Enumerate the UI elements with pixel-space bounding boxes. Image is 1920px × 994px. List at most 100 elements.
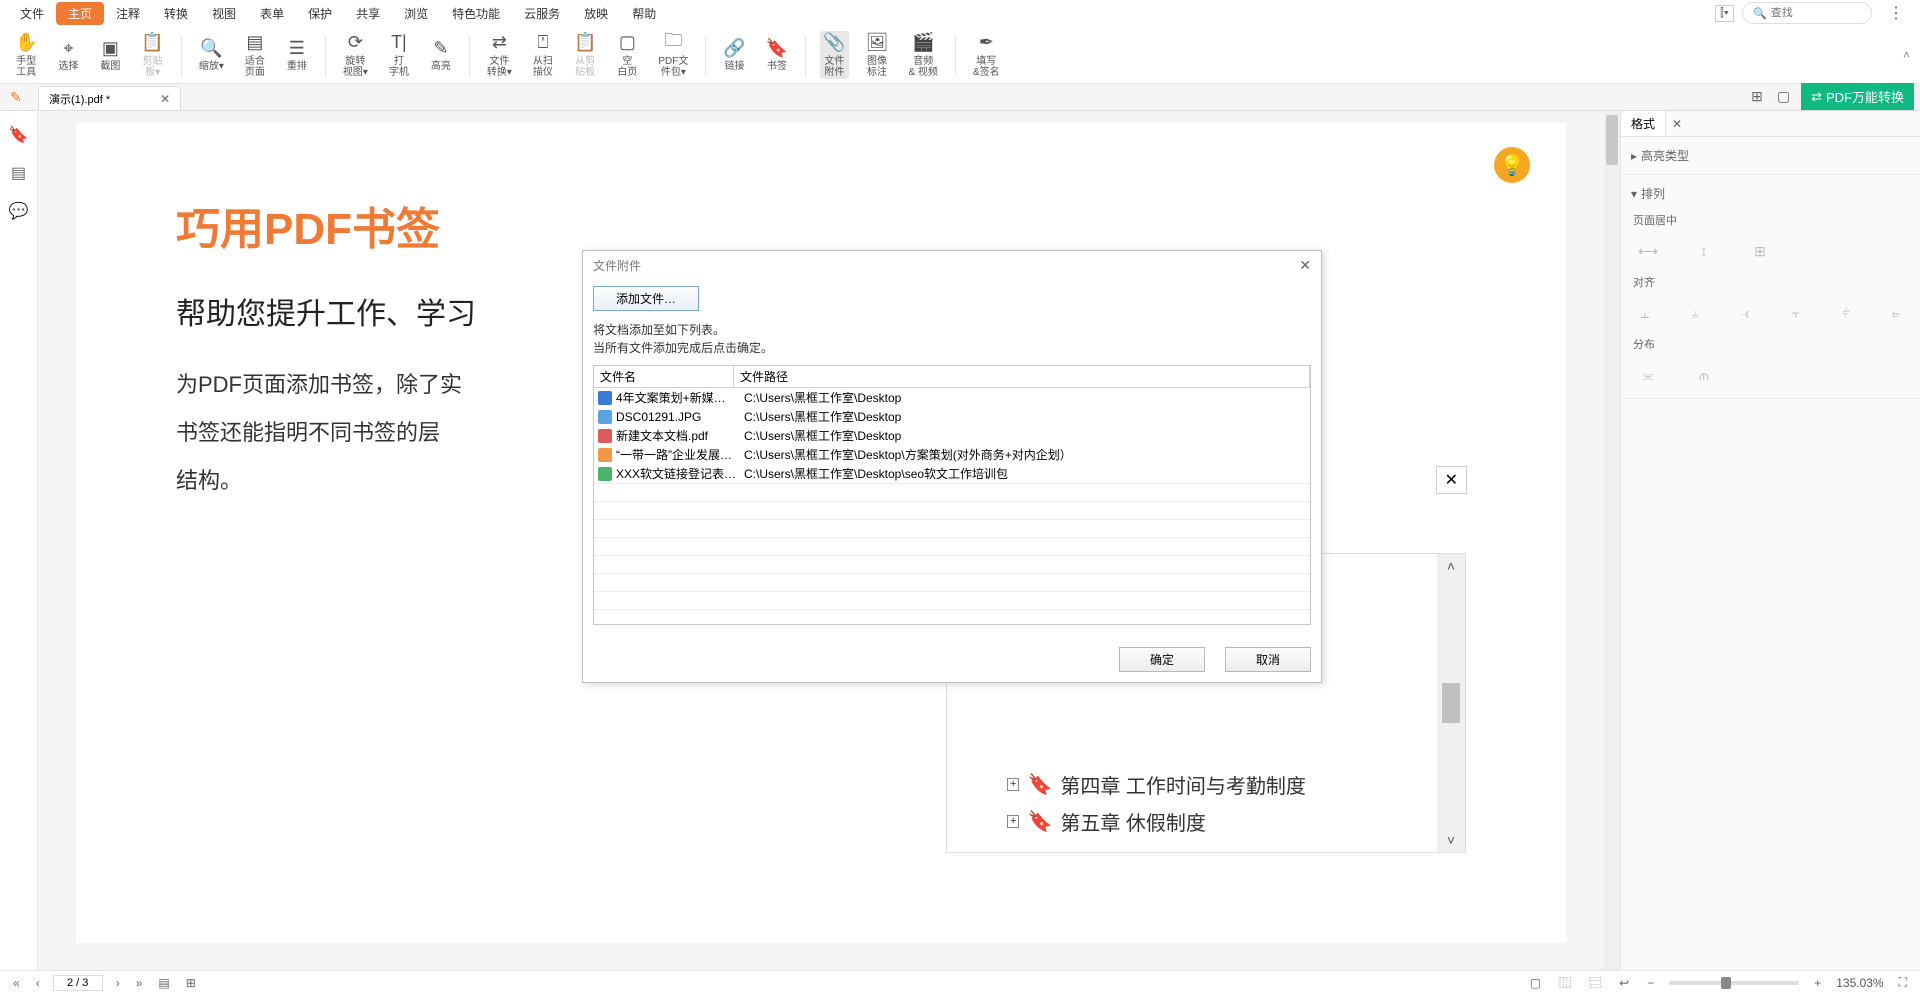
add-file-button[interactable]: 添加文件… bbox=[593, 286, 699, 311]
pdf-convert-button[interactable]: ⇄ PDF万能转换 bbox=[1801, 83, 1914, 110]
file-row[interactable]: “一带一路”企业发展…C:\Users\黑框工作室\Desktop\方案策划(对… bbox=[594, 445, 1310, 464]
status-page-icon[interactable]: ▤ bbox=[155, 976, 172, 990]
vertical-scrollbar[interactable] bbox=[1604, 111, 1620, 970]
box-view-icon[interactable]: ▢ bbox=[1774, 85, 1793, 108]
close-icon[interactable]: ✕ bbox=[1436, 466, 1467, 494]
menu-form[interactable]: 表单 bbox=[248, 2, 296, 25]
ribbon-书签[interactable]: 🔖书签 bbox=[763, 36, 791, 73]
align-top-icon[interactable]: ⫟ bbox=[1786, 302, 1806, 324]
ribbon-从剪贴板[interactable]: 📋从剪 贴板 bbox=[571, 31, 599, 79]
ribbon-空白页[interactable]: ▢空 白页 bbox=[613, 31, 641, 79]
collapse-ribbon-icon[interactable]: ˄ bbox=[1903, 48, 1910, 62]
center-both-icon[interactable]: ⊞ bbox=[1747, 240, 1773, 262]
menu-play[interactable]: 放映 bbox=[572, 2, 620, 25]
dialog-close-icon[interactable]: ✕ bbox=[1299, 257, 1311, 274]
status-layout-icon[interactable]: ⊞ bbox=[183, 976, 199, 990]
file-table[interactable]: 文件名 文件路径 4年文案策划+新媒…C:\Users\黑框工作室\Deskto… bbox=[593, 365, 1311, 625]
last-page-icon[interactable]: » bbox=[133, 976, 146, 990]
search-input[interactable] bbox=[1771, 7, 1861, 19]
view-wrap-icon[interactable]: ↩ bbox=[1616, 976, 1632, 990]
ribbon-链接[interactable]: 🔗链接 bbox=[720, 36, 748, 73]
next-page-icon[interactable]: › bbox=[113, 976, 123, 990]
ribbon-文件附件[interactable]: 📎文件 附件 bbox=[820, 31, 848, 79]
zoom-label[interactable]: 135.03% bbox=[1836, 976, 1883, 990]
tip-icon[interactable]: 💡 bbox=[1494, 147, 1530, 183]
menu-annotate[interactable]: 注释 bbox=[104, 2, 152, 25]
align-middle-icon[interactable]: ⫩ bbox=[1836, 302, 1856, 324]
menu-help[interactable]: 帮助 bbox=[620, 2, 668, 25]
menu-home[interactable]: 主页 bbox=[56, 2, 104, 25]
close-tab-icon[interactable]: ✕ bbox=[160, 92, 170, 106]
col-filepath[interactable]: 文件路径 bbox=[734, 366, 1310, 387]
highlight-tool-icon[interactable]: ✎ bbox=[10, 89, 22, 106]
file-row[interactable]: 4年文案策划+新媒…C:\Users\黑框工作室\Desktop bbox=[594, 388, 1310, 407]
ribbon-PDF文件包[interactable]: 🗀PDF文 件包▾ bbox=[655, 31, 691, 79]
dropdown-icon[interactable]: ⫿▾ bbox=[1715, 5, 1734, 22]
ribbon-重排[interactable]: ☰重排 bbox=[283, 36, 311, 73]
ribbon-打字机[interactable]: T|打 字机 bbox=[385, 31, 413, 79]
ribbon-选择[interactable]: ⌖选择 bbox=[54, 36, 82, 73]
ribbon-剪贴板[interactable]: 📋剪贴 板▾ bbox=[138, 31, 166, 79]
center-h-icon[interactable]: ⟷ bbox=[1635, 240, 1661, 262]
distribute-v-icon[interactable]: ⫙ bbox=[1691, 364, 1717, 386]
page-icon[interactable]: ▤ bbox=[11, 163, 26, 183]
comment-icon[interactable]: 💬 bbox=[9, 201, 29, 221]
fullscreen-icon[interactable]: ⛶ bbox=[1896, 975, 1910, 990]
col-filename[interactable]: 文件名 bbox=[594, 366, 734, 387]
first-page-icon[interactable]: « bbox=[10, 976, 23, 990]
bookmark-icon[interactable]: 🔖 bbox=[9, 125, 29, 145]
inner-scrollbar[interactable]: ˄ ˅ bbox=[1437, 554, 1465, 852]
section-arrange[interactable]: ▾ 排列 bbox=[1631, 181, 1910, 206]
menu-cloud[interactable]: 云服务 bbox=[512, 2, 572, 25]
ribbon-音频&视频[interactable]: 🎬音频 & 视频 bbox=[905, 31, 940, 79]
ribbon-截图[interactable]: ▣截图 bbox=[96, 36, 124, 73]
ribbon-文件转换[interactable]: ⇄文件 转换▾ bbox=[484, 31, 515, 79]
file-row[interactable]: 新建文本文档.pdfC:\Users\黑框工作室\Desktop bbox=[594, 426, 1310, 445]
ribbon-缩放[interactable]: 🔍缩放▾ bbox=[196, 36, 227, 73]
menu-convert[interactable]: 转换 bbox=[152, 2, 200, 25]
prev-page-icon[interactable]: ‹ bbox=[33, 976, 43, 990]
section-highlight-type[interactable]: ▸ 高亮类型 bbox=[1631, 143, 1910, 168]
dialog-titlebar[interactable]: 文件附件 ✕ bbox=[583, 251, 1321, 280]
zoom-in-icon[interactable]: + bbox=[1811, 976, 1824, 990]
distribute-h-icon[interactable]: ⫘ bbox=[1635, 364, 1661, 386]
file-row[interactable]: DSC01291.JPGC:\Users\黑框工作室\Desktop bbox=[594, 407, 1310, 426]
menu-view[interactable]: 视图 bbox=[200, 2, 248, 25]
ribbon-旋转视图[interactable]: ⟳旋转 视图▾ bbox=[340, 31, 371, 79]
ribbon-图像标注[interactable]: 🖼图像 标注 bbox=[863, 31, 892, 79]
scroll-thumb[interactable] bbox=[1442, 683, 1460, 723]
cancel-button[interactable]: 取消 bbox=[1225, 647, 1311, 672]
more-icon[interactable]: ⋮ bbox=[1880, 3, 1912, 23]
ribbon-高亮[interactable]: ✎高亮 bbox=[427, 36, 455, 73]
grid-view-icon[interactable]: ⊞ bbox=[1748, 85, 1766, 108]
center-v-icon[interactable]: ↕ bbox=[1691, 240, 1717, 262]
align-right-icon[interactable]: ⫣ bbox=[1735, 302, 1755, 324]
file-row[interactable]: XXX软文链接登记表…C:\Users\黑框工作室\Desktop\seo软文工… bbox=[594, 464, 1310, 483]
close-panel-icon[interactable]: ✕ bbox=[1666, 117, 1688, 131]
menu-file[interactable]: 文件 bbox=[8, 2, 56, 25]
menu-browse[interactable]: 浏览 bbox=[392, 2, 440, 25]
menu-protect[interactable]: 保护 bbox=[296, 2, 344, 25]
menu-feature[interactable]: 特色功能 bbox=[440, 2, 512, 25]
align-bottom-icon[interactable]: ⫢ bbox=[1886, 302, 1906, 324]
align-left-icon[interactable]: ⫠ bbox=[1635, 302, 1655, 324]
zoom-knob[interactable] bbox=[1721, 977, 1731, 989]
ribbon-从扫描仪[interactable]: ⍞从扫 描仪 bbox=[529, 31, 557, 79]
zoom-slider[interactable] bbox=[1669, 981, 1799, 985]
tab-format[interactable]: 格式 bbox=[1621, 111, 1666, 136]
document-tab[interactable]: 演示(1).pdf * ✕ bbox=[38, 86, 181, 110]
view-mode-3-icon[interactable]: ⿳ bbox=[1586, 974, 1604, 991]
ribbon-手型工具[interactable]: ✋手型 工具 bbox=[12, 31, 40, 79]
view-mode-2-icon[interactable]: ⿲ bbox=[1556, 974, 1574, 991]
page-input[interactable] bbox=[53, 975, 103, 991]
chevron-up-icon[interactable]: ˄ bbox=[1447, 558, 1455, 574]
ribbon-填写&签名[interactable]: ✒填写 &签名 bbox=[970, 31, 1003, 79]
chevron-down-icon[interactable]: ˅ bbox=[1447, 832, 1455, 848]
align-center-icon[interactable]: ⫨ bbox=[1685, 302, 1705, 324]
ribbon-适合页面[interactable]: ▤适合 页面 bbox=[241, 31, 269, 79]
ok-button[interactable]: 确定 bbox=[1119, 647, 1205, 672]
zoom-out-icon[interactable]: − bbox=[1644, 976, 1657, 990]
scroll-thumb[interactable] bbox=[1606, 115, 1618, 165]
view-mode-1-icon[interactable]: ▢ bbox=[1527, 976, 1544, 990]
menu-share[interactable]: 共享 bbox=[344, 2, 392, 25]
